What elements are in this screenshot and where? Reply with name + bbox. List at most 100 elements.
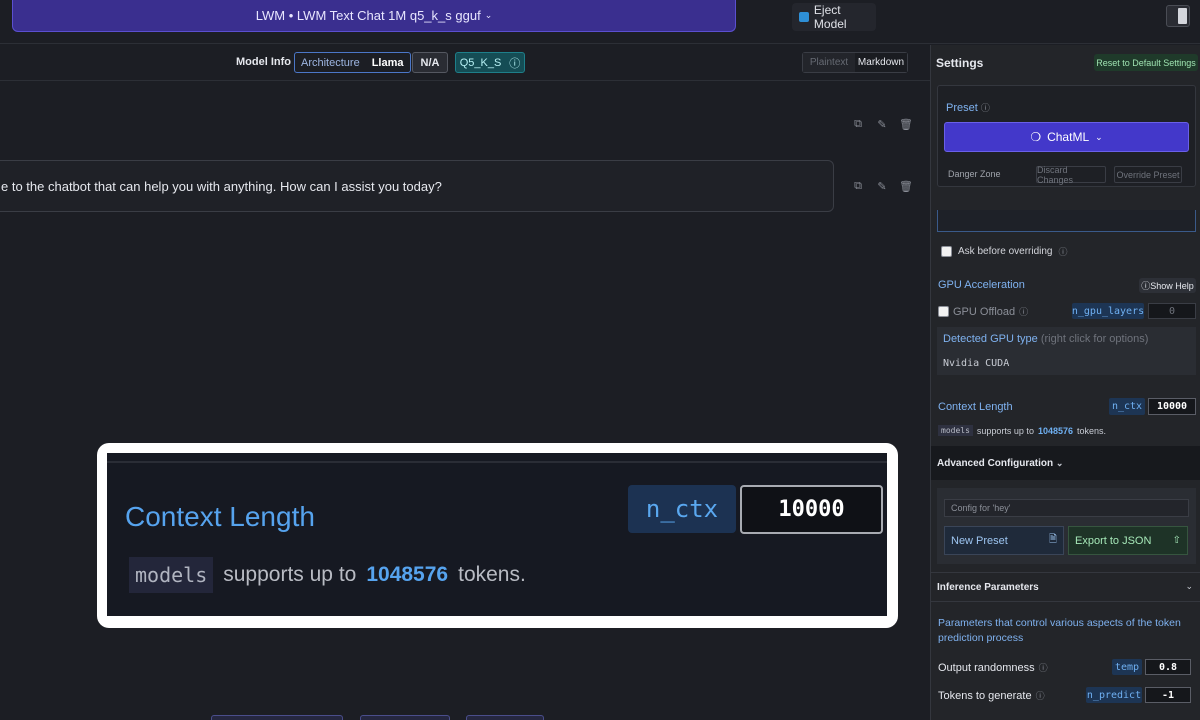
message-text: e to the chatbot that can help you with … — [1, 179, 442, 194]
n-predict-input[interactable]: -1 — [1145, 687, 1191, 703]
advanced-config-box: Config for 'hey' New Preset 🗎 Export to … — [937, 488, 1196, 564]
preset-section: Preset ⓘ ❍ ChatML ⌄ Danger Zone Discard … — [937, 85, 1196, 187]
markdown-tab[interactable]: Markdown — [855, 53, 907, 72]
new-preset-label: New Preset — [951, 534, 1008, 547]
info-icon: ⓘ — [1038, 663, 1048, 673]
architecture-badge: Architecture Llama — [294, 52, 411, 73]
assistant-message: e to the chatbot that can help you with … — [0, 160, 834, 212]
export-json-label: Export to JSON — [1075, 534, 1152, 547]
info-icon: ⓘ — [1035, 691, 1045, 701]
chevron-down-icon: ⌄ — [484, 10, 493, 20]
gpu-acceleration-title: GPU Acceleration — [938, 279, 1025, 291]
system-prompt-textarea[interactable] — [937, 210, 1196, 232]
chevron-down-icon: ⌄ — [1055, 458, 1064, 468]
divider — [107, 461, 887, 463]
inference-parameters-header[interactable]: Inference Parameters ⌄ — [931, 572, 1200, 602]
zoom-n-ctx-tag: n_ctx — [628, 485, 736, 533]
n-ctx-tag: n_ctx — [1109, 398, 1145, 415]
zoom-description: models supports up to 1048576 tokens. — [129, 557, 526, 593]
detected-gpu-title: Detected GPU type (right click for optio… — [943, 333, 1149, 345]
tokens-to-generate-label: Tokens to generate — [938, 689, 1032, 702]
edit-icon[interactable]: ✎ — [876, 180, 888, 193]
plaintext-tab[interactable]: Plaintext — [803, 53, 855, 72]
discard-changes-button[interactable]: Discard Changes — [1036, 165, 1106, 185]
n-predict-tag: n_predict — [1086, 687, 1142, 703]
delete-icon[interactable]: 🗑 — [899, 118, 913, 131]
bottom-tab[interactable] — [466, 715, 544, 720]
detected-gpu-box[interactable]: Detected GPU type (right click for optio… — [937, 327, 1196, 375]
quant-badge[interactable]: Q5_K_S ⓘ — [455, 52, 525, 73]
settings-header: Settings Reset to Default Settings — [931, 45, 1200, 81]
edit-icon[interactable]: ✎ — [876, 118, 888, 131]
na-badge: N/A — [412, 52, 448, 73]
gpu-layers-input[interactable]: 0 — [1148, 303, 1196, 319]
reset-settings-button[interactable]: Reset to Default Settings — [1094, 54, 1198, 71]
advanced-configuration-header[interactable]: Advanced Configuration ⌄ — [931, 446, 1200, 480]
message-tools: ⧉ ✎ 🗑 — [852, 118, 913, 131]
eject-icon — [799, 12, 809, 22]
inference-description: Parameters that control various aspects … — [938, 617, 1181, 644]
context-length-description: models supports up to 1048576 tokens. — [938, 425, 1106, 436]
supports-text: supports up to — [976, 425, 1034, 436]
gpu-offload-row: GPU Offload ⓘ — [938, 305, 1028, 318]
eject-label: Eject Model — [813, 3, 847, 31]
help-icon: ⓘ — [1141, 281, 1151, 291]
model-info-label: Model Info — [236, 56, 291, 68]
context-length-title: Context Length — [938, 401, 1013, 413]
models-tag: models — [938, 425, 973, 436]
temp-tag: temp — [1112, 659, 1142, 675]
sidebar-toggle-icon[interactable] — [1166, 5, 1190, 27]
detected-gpu-value: Nvidia CUDA — [943, 358, 1010, 369]
export-json-button[interactable]: Export to JSON ⇧ — [1068, 526, 1188, 555]
output-randomness-row: Output randomness ⓘ — [938, 661, 1048, 674]
zoom-callout: Context Length n_ctx 10000 models suppor… — [97, 443, 898, 628]
advanced-title: Advanced Configuration ⌄ — [937, 458, 1064, 469]
gpu-offload-label: GPU Offload — [953, 305, 1016, 318]
message-tools: ⧉ ✎ 🗑 — [852, 180, 913, 193]
upload-icon: ⇧ — [1172, 535, 1181, 546]
info-icon: ⓘ — [509, 57, 521, 70]
info-icon: ⓘ — [1019, 307, 1029, 317]
zoom-n-ctx-value: 10000 — [740, 485, 883, 534]
copy-icon[interactable]: ⧉ — [852, 180, 864, 192]
zoom-tokens-text: tokens. — [458, 563, 526, 586]
output-randomness-label: Output randomness — [938, 661, 1035, 674]
chevron-down-icon: ⌄ — [1185, 581, 1193, 591]
gpu-offload-checkbox[interactable] — [938, 306, 949, 317]
architecture-value: Llama — [371, 56, 404, 69]
preset-select-button[interactable]: ❍ ChatML ⌄ — [944, 122, 1189, 152]
preset-label: Preset ⓘ — [946, 102, 990, 114]
override-preset-button[interactable]: Override Preset — [1114, 166, 1182, 183]
temp-input[interactable]: 0.8 — [1145, 659, 1191, 675]
tokens-to-generate-row: Tokens to generate ⓘ — [938, 689, 1045, 702]
chat-area: Model Info Architecture Llama N/A Q5_K_S… — [0, 45, 930, 720]
eject-model-button[interactable]: Eject Model — [792, 3, 876, 31]
n-ctx-input[interactable]: 10000 — [1148, 398, 1196, 415]
inference-title: Inference Parameters — [937, 582, 1039, 593]
zoom-models-tag: models — [129, 557, 214, 593]
config-for-label: Config for 'hey' — [944, 499, 1189, 517]
zoom-context-length-title: Context Length — [125, 501, 315, 532]
model-selector-button[interactable]: LWM • LWM Text Chat 1M q5_k_s gguf ⌄ — [12, 0, 736, 32]
settings-panel: Settings Reset to Default Settings Prese… — [930, 45, 1200, 720]
info-icon: ⓘ — [1058, 247, 1068, 257]
show-help-button[interactable]: ⓘ Show Help — [1139, 278, 1196, 293]
bottom-tab[interactable] — [360, 715, 450, 720]
zoom-content: Context Length n_ctx 10000 models suppor… — [107, 453, 887, 616]
top-bar: LWM • LWM Text Chat 1M q5_k_s gguf ⌄ Eje… — [0, 0, 1200, 44]
n-gpu-layers-tag: n_gpu_layers — [1072, 303, 1144, 319]
new-preset-button[interactable]: New Preset 🗎 — [944, 526, 1064, 555]
file-icon: 🗎 — [1048, 534, 1057, 545]
format-toggle: Plaintext Markdown — [802, 52, 908, 73]
bottom-tab[interactable] — [211, 715, 343, 720]
copy-icon[interactable]: ⧉ — [852, 118, 864, 130]
ask-before-checkbox[interactable] — [941, 246, 952, 257]
chevron-down-icon: ⌄ — [1095, 131, 1103, 142]
zoom-max-tokens: 1048576 — [366, 563, 449, 586]
max-tokens: 1048576 — [1037, 425, 1073, 436]
preset-value: ChatML — [1047, 130, 1090, 144]
delete-icon[interactable]: 🗑 — [899, 180, 913, 193]
danger-zone-label: Danger Zone — [948, 169, 1001, 179]
cube-icon: ❍ — [1030, 130, 1042, 144]
architecture-key: Architecture — [301, 56, 360, 69]
